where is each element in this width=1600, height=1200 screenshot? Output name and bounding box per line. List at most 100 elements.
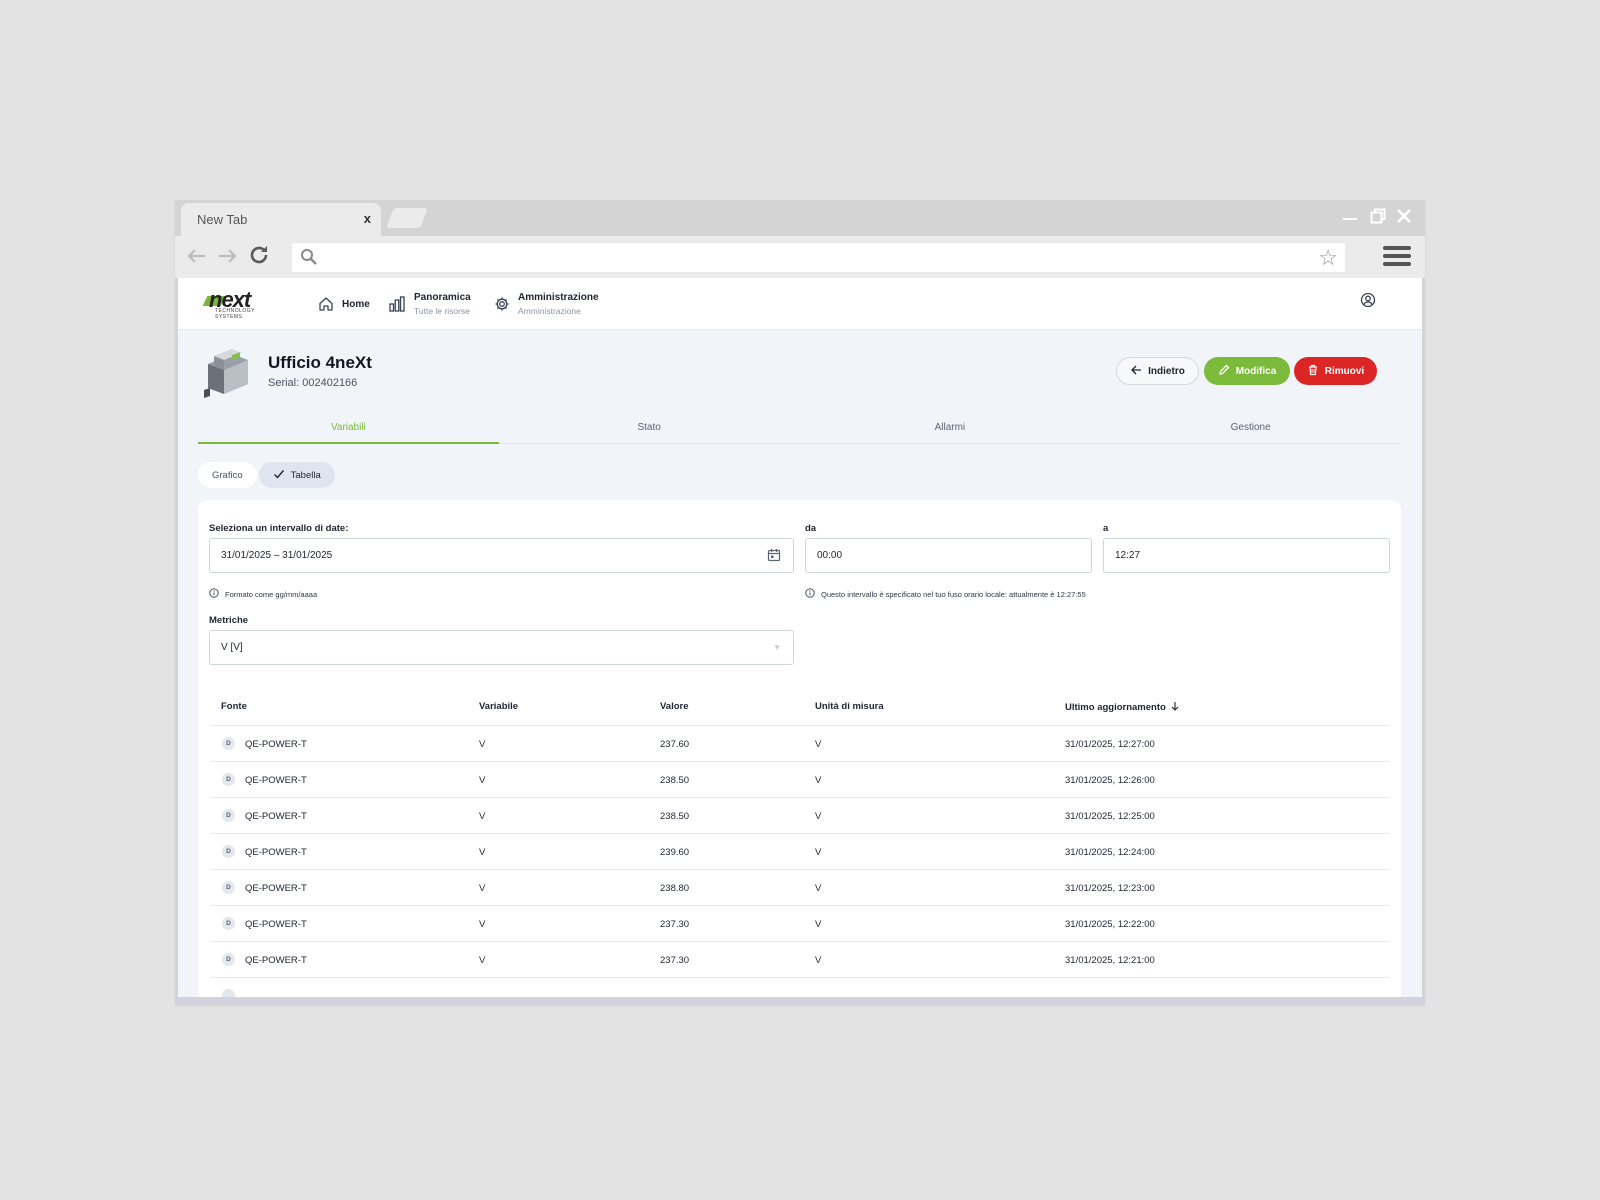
tab-stato[interactable]: Stato: [499, 412, 800, 443]
cell-source: QE-POWER-T: [245, 811, 307, 822]
date-format-hint: Formato come gg/mm/aaaa: [209, 588, 317, 600]
cell-unit: V: [815, 775, 822, 786]
metrics-label: Metriche: [209, 615, 249, 626]
browser-tab-title: New Tab: [197, 212, 248, 227]
cell-variable: V: [479, 955, 486, 966]
nav-label-panoramica: Panoramica: [414, 292, 471, 303]
date-range-label: Seleziona un intervallo di date:: [209, 523, 349, 534]
cell-updated: 31/01/2025, 12:24:00: [1065, 847, 1155, 858]
to-time-input[interactable]: 12:27: [1103, 538, 1390, 573]
header-variable[interactable]: Variabile: [479, 701, 518, 712]
nav-item-panoramica[interactable]: Panoramica Tutte le risorse: [388, 278, 471, 330]
bar-chart-icon: [388, 295, 406, 313]
browser-toolbar: ☆: [175, 236, 1425, 278]
table-row[interactable]: D QE-POWER-T V 238.80 V 31/01/2025, 12:2…: [210, 870, 1390, 906]
edit-button-label: Modifica: [1235, 365, 1277, 377]
table-row[interactable]: D QE-POWER-T V 237.60 V 31/01/2025, 12:2…: [210, 726, 1390, 762]
cell-variable: V: [479, 739, 486, 750]
check-icon: [273, 468, 285, 483]
trash-icon: [1307, 364, 1319, 379]
tab-variabili[interactable]: Variabili: [198, 412, 499, 444]
user-circle-icon[interactable]: [1360, 292, 1376, 313]
reload-icon[interactable]: [247, 243, 271, 271]
browser-tab-close-button[interactable]: x: [364, 211, 371, 226]
arrow-down-icon: [1171, 701, 1179, 714]
cell-value: 238.50: [660, 811, 690, 822]
header-source[interactable]: Fonte: [221, 701, 247, 712]
arrow-left-icon: [1130, 364, 1142, 379]
back-arrow-icon[interactable]: [185, 245, 207, 271]
date-range-input[interactable]: 31/01/2025 – 31/01/2025: [209, 538, 794, 573]
nav-sublabel-amministrazione: Amministrazione: [518, 306, 581, 316]
home-icon: [318, 296, 334, 312]
page-viewport: next TECHNOLOGY SYSTEMS Home Panoramica …: [178, 278, 1422, 997]
new-tab-button[interactable]: [386, 208, 428, 228]
source-type-badge: D: [222, 809, 235, 822]
calendar-icon[interactable]: [767, 548, 781, 565]
table-row[interactable]: D QE-POWER-T V 237.30 V 31/01/2025, 12:2…: [210, 906, 1390, 942]
cell-value: 238.50: [660, 775, 690, 786]
brand-logo[interactable]: next TECHNOLOGY SYSTEMS: [202, 287, 273, 320]
metrics-select[interactable]: V [V] ▼: [209, 630, 794, 665]
edit-button[interactable]: Modifica: [1204, 357, 1290, 385]
from-time-value: 00:00: [817, 550, 843, 561]
info-icon: [805, 588, 815, 600]
from-time-input[interactable]: 00:00: [805, 538, 1092, 573]
table-row[interactable]: D QE-POWER-T V 238.50 V 31/01/2025, 12:2…: [210, 762, 1390, 798]
app-header: next TECHNOLOGY SYSTEMS Home Panoramica …: [178, 278, 1422, 330]
cell-variable: V: [479, 811, 486, 822]
cell-updated: 31/01/2025, 12:27:00: [1065, 739, 1155, 750]
date-range-value: 31/01/2025 – 31/01/2025: [221, 550, 333, 561]
window-close-icon[interactable]: [1396, 208, 1412, 227]
tab-allarmi[interactable]: Allarmi: [800, 412, 1101, 443]
address-bar[interactable]: ☆: [292, 243, 1345, 272]
variables-table: Fonte Variabile Valore Unità di misura U…: [210, 685, 1390, 997]
browser-menu-icon[interactable]: [1383, 246, 1411, 268]
cell-source: QE-POWER-T: [245, 847, 307, 858]
back-button[interactable]: Indietro: [1116, 357, 1199, 385]
cell-updated: 31/01/2025, 12:22:00: [1065, 919, 1155, 930]
toggle-chart-button[interactable]: Grafico: [198, 462, 257, 488]
browser-tab[interactable]: New Tab x: [181, 203, 381, 236]
toggle-table-button[interactable]: Tabella: [258, 462, 335, 488]
bookmark-star-icon[interactable]: ☆: [1318, 245, 1338, 271]
search-icon: [300, 248, 318, 271]
cell-variable: V: [479, 775, 486, 786]
source-type-badge: D: [222, 737, 235, 750]
browser-bottom-edge: [175, 997, 1425, 1005]
back-button-label: Indietro: [1148, 365, 1185, 377]
cell-value: 237.60: [660, 739, 690, 750]
header-unit[interactable]: Unità di misura: [815, 701, 884, 712]
nav-item-amministrazione[interactable]: Amministrazione Amministrazione: [494, 278, 599, 330]
gear-icon: [494, 296, 510, 312]
tab-gestione[interactable]: Gestione: [1100, 412, 1401, 443]
cell-variable: V: [479, 919, 486, 930]
window-maximize-icon[interactable]: [1370, 208, 1386, 229]
info-icon: [209, 588, 219, 600]
forward-arrow-icon[interactable]: [217, 245, 239, 271]
cell-source: QE-POWER-T: [245, 775, 307, 786]
cell-source: QE-POWER-T: [245, 955, 307, 966]
device-image: [202, 344, 254, 400]
view-toggle: Grafico Tabella: [198, 462, 335, 488]
remove-button[interactable]: Rimuovi: [1294, 357, 1377, 385]
window-minimize-icon[interactable]: [1342, 206, 1358, 227]
nav-item-home[interactable]: Home: [318, 278, 370, 330]
device-serial: Serial: 002402166: [268, 377, 358, 389]
browser-tab-strip: New Tab x: [175, 200, 1425, 236]
nav-label-amministrazione: Amministrazione: [518, 292, 599, 303]
cell-variable: V: [479, 883, 486, 894]
table-row[interactable]: D QE-POWER-T V 239.60 V 31/01/2025, 12:2…: [210, 834, 1390, 870]
cell-updated: 31/01/2025, 12:23:00: [1065, 883, 1155, 894]
cell-variable: V: [479, 847, 486, 858]
header-updated[interactable]: Ultimo aggiornamento: [1065, 701, 1179, 714]
table-row[interactable]: D QE-POWER-T V 238.50 V 31/01/2025, 12:2…: [210, 798, 1390, 834]
header-value[interactable]: Valore: [660, 701, 689, 712]
timezone-hint: Questo intervallo è specificato nel tuo …: [805, 588, 1086, 600]
toggle-table-label: Tabella: [290, 469, 321, 481]
device-title: Ufficio 4neXt: [268, 353, 372, 372]
table-row[interactable]: D QE-POWER-T V 237.30 V 31/01/2025, 12:2…: [210, 942, 1390, 978]
table-row-partial: [210, 978, 1390, 997]
cell-unit: V: [815, 919, 822, 930]
cell-unit: V: [815, 955, 822, 966]
